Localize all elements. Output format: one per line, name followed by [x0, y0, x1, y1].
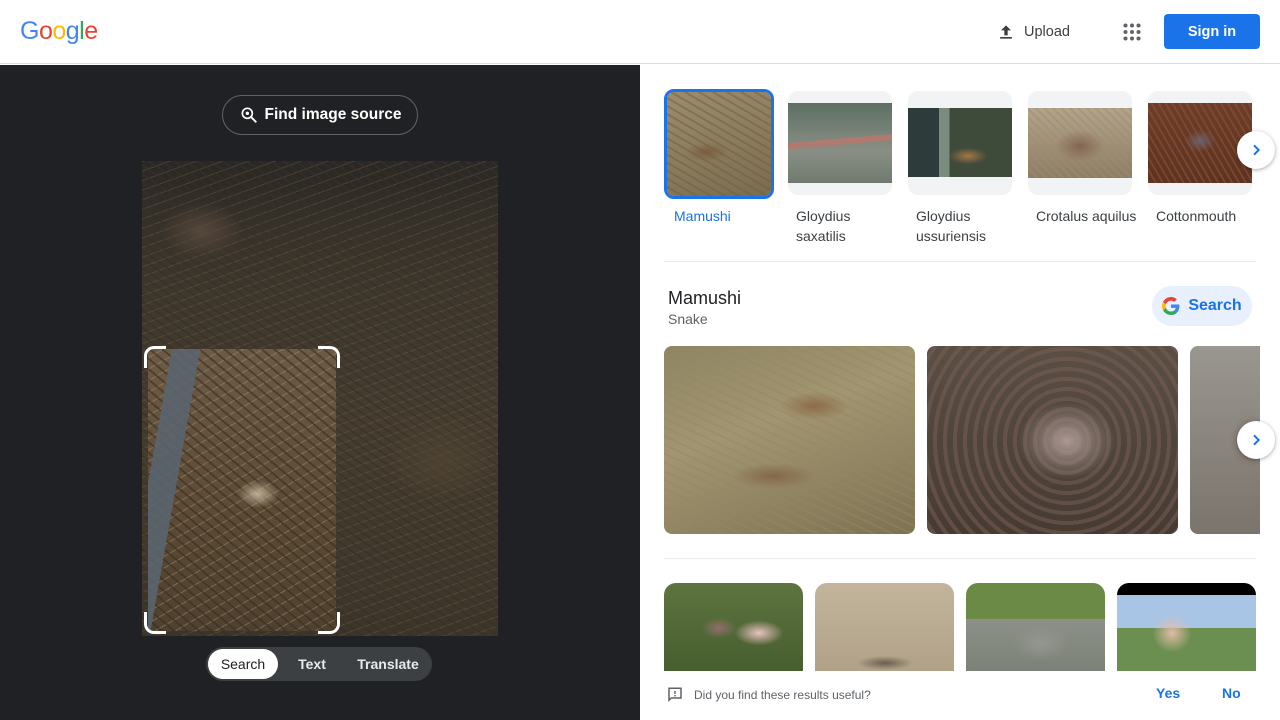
result-image[interactable]	[927, 346, 1178, 534]
crop-handle-top-left[interactable]	[144, 346, 166, 368]
top-bar: Google Upload Sign in	[0, 0, 1280, 64]
google-apps-button[interactable]	[1114, 14, 1150, 50]
uploaded-snake-photo[interactable]	[142, 161, 498, 636]
images-next-button[interactable]	[1237, 421, 1275, 459]
result-image[interactable]	[664, 346, 915, 534]
related-chip-label: Crotalus aquilus	[1036, 208, 1137, 224]
chevron-right-icon	[1253, 434, 1261, 446]
entity-search-button[interactable]: Search	[1152, 286, 1252, 326]
entity-subtitle: Snake	[668, 311, 708, 327]
related-chip-mamushi[interactable]: Mamushi	[664, 89, 776, 226]
upload-button[interactable]: Upload	[988, 14, 1078, 50]
image-preview-pane: Find image source Search Text Translate	[0, 65, 640, 720]
feedback-yes-button[interactable]: Yes	[1156, 685, 1180, 701]
google-logo[interactable]: Google	[20, 17, 98, 46]
crop-handle-bottom-right[interactable]	[318, 612, 340, 634]
lens-search-icon	[241, 107, 257, 123]
feedback-no-button[interactable]: No	[1222, 685, 1241, 701]
related-chip-label: Cottonmouth	[1156, 208, 1237, 224]
related-chip-label: Mamushi	[674, 208, 731, 224]
entity-title: Mamushi	[668, 288, 742, 308]
tab-text[interactable]: Text	[278, 649, 346, 679]
related-chip-gloydius-saxatilis[interactable]: Gloydius saxatilis	[788, 91, 898, 246]
results-pane: Mamushi Gloydius saxatilis Gloydius ussu…	[640, 65, 1280, 720]
google-g-icon	[1162, 297, 1180, 315]
crop-handle-top-right[interactable]	[318, 346, 340, 368]
tab-translate[interactable]: Translate	[346, 649, 430, 679]
feedback-question: Did you find these results useful?	[694, 688, 871, 702]
upload-icon	[1000, 25, 1012, 39]
related-chip-crotalus-aquilus[interactable]: Crotalus aquilus	[1028, 91, 1138, 226]
feedback-bar: Did you find these results useful? Yes N…	[640, 671, 1280, 720]
apps-grid-icon	[1123, 23, 1141, 41]
crop-handle-bottom-left[interactable]	[144, 612, 166, 634]
tab-search[interactable]: Search	[208, 649, 278, 679]
related-chip-thumbnail	[1148, 91, 1252, 195]
selected-crop-region[interactable]	[148, 349, 336, 631]
related-chip-label: Gloydius saxatilis	[796, 208, 851, 244]
mode-tabs: Search Text Translate	[206, 647, 432, 681]
find-image-source-button[interactable]: Find image source	[222, 95, 418, 135]
related-chip-thumbnail	[788, 91, 892, 195]
related-chip-gloydius-ussuriensis[interactable]: Gloydius ussuriensis	[908, 91, 1018, 246]
related-chip-label: Gloydius ussuriensis	[916, 208, 987, 244]
feedback-icon	[668, 687, 682, 703]
related-next-button[interactable]	[1237, 131, 1275, 169]
chevron-right-icon	[1253, 144, 1261, 156]
related-chip-thumbnail	[664, 89, 774, 199]
entity-search-label: Search	[1188, 297, 1242, 314]
sign-in-button[interactable]: Sign in	[1164, 14, 1260, 49]
section-divider	[664, 261, 1256, 262]
related-chip-thumbnail	[908, 91, 1012, 195]
related-chip-thumbnail	[1028, 91, 1132, 195]
find-image-source-label: Find image source	[264, 106, 402, 123]
section-divider	[664, 558, 1256, 559]
upload-label: Upload	[1024, 24, 1070, 40]
